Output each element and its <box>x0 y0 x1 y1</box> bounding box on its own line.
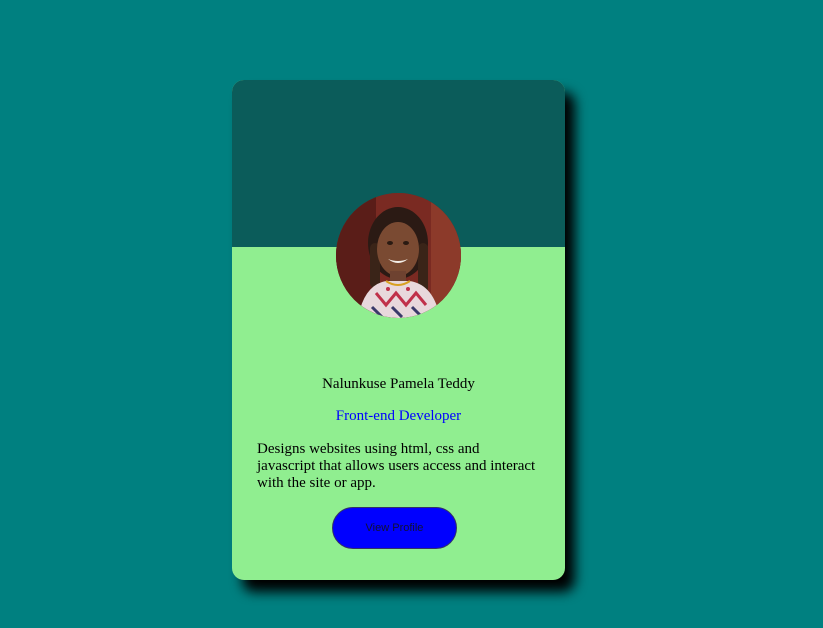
profile-name: Nalunkuse Pamela Teddy <box>322 376 475 392</box>
avatar <box>336 193 461 318</box>
profile-card: Nalunkuse Pamela Teddy Front-end Develop… <box>232 80 565 580</box>
profile-bio: Designs websites using html, css and jav… <box>257 441 536 491</box>
view-profile-button[interactable]: View Profile <box>332 507 457 549</box>
profile-role: Front-end Developer <box>335 408 462 424</box>
avatar-photo <box>336 193 461 318</box>
